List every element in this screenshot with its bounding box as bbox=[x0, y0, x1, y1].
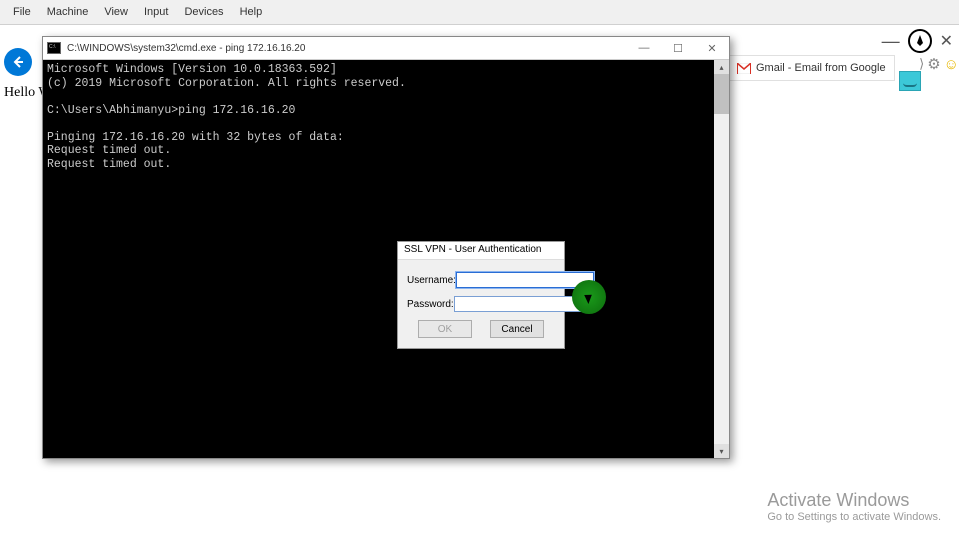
smiley-icon[interactable]: ☺ bbox=[944, 56, 959, 73]
vpn-tray-icon[interactable] bbox=[899, 71, 921, 91]
cmd-maximize-button[interactable]: ☐ bbox=[661, 37, 695, 59]
close-icon[interactable]: ✕ bbox=[940, 31, 953, 51]
vm-menu-bar: File Machine View Input Devices Help bbox=[0, 0, 959, 25]
vpn-dialog-title: SSL VPN - User Authentication bbox=[398, 242, 564, 260]
cmd-icon bbox=[47, 42, 61, 54]
browser-tab-label: Gmail - Email from Google bbox=[756, 62, 886, 74]
cmd-titlebar[interactable]: C:\WINDOWS\system32\cmd.exe - ping 172.1… bbox=[43, 37, 729, 60]
window-top-controls: — ✕ bbox=[882, 29, 953, 53]
cmd-minimize-button[interactable]: — bbox=[627, 37, 661, 59]
cmd-scrollbar[interactable]: ▴ ▾ bbox=[714, 60, 729, 458]
toolbar-side-icons: ⟩ ⚙ ☺ bbox=[919, 55, 959, 73]
back-button[interactable] bbox=[4, 48, 32, 76]
tab-overflow-icon[interactable]: ⟩ bbox=[919, 56, 924, 72]
menu-input[interactable]: Input bbox=[136, 6, 176, 18]
minimize-icon[interactable]: — bbox=[882, 31, 900, 52]
menu-devices[interactable]: Devices bbox=[176, 6, 231, 18]
gmail-icon bbox=[737, 63, 751, 74]
password-label: Password: bbox=[407, 299, 454, 310]
scroll-down-icon[interactable]: ▾ bbox=[714, 444, 729, 458]
cursor-highlight bbox=[572, 280, 606, 314]
activate-heading: Activate Windows bbox=[767, 490, 941, 511]
menu-machine[interactable]: Machine bbox=[39, 6, 97, 18]
activate-sub: Go to Settings to activate Windows. bbox=[767, 511, 941, 523]
scroll-thumb[interactable] bbox=[714, 74, 729, 114]
arrow-left-icon bbox=[10, 54, 26, 70]
password-input[interactable] bbox=[454, 296, 592, 312]
menu-help[interactable]: Help bbox=[232, 6, 271, 18]
scroll-up-icon[interactable]: ▴ bbox=[714, 60, 729, 74]
browser-tab-gmail[interactable]: Gmail - Email from Google bbox=[728, 55, 895, 81]
ok-button[interactable]: OK bbox=[418, 320, 472, 338]
gear-icon[interactable]: ⚙ bbox=[927, 55, 940, 73]
avatar-pen-icon[interactable] bbox=[908, 29, 932, 53]
username-label: Username: bbox=[407, 275, 456, 286]
activate-windows-watermark: Activate Windows Go to Settings to activ… bbox=[767, 490, 941, 523]
vpn-auth-dialog: SSL VPN - User Authentication Username: … bbox=[397, 241, 565, 349]
username-input[interactable] bbox=[456, 272, 594, 288]
cmd-close-button[interactable]: ✕ bbox=[695, 37, 729, 59]
cmd-window: C:\WINDOWS\system32\cmd.exe - ping 172.1… bbox=[42, 36, 730, 459]
menu-file[interactable]: File bbox=[5, 6, 39, 18]
cmd-title-text: C:\WINDOWS\system32\cmd.exe - ping 172.1… bbox=[67, 43, 305, 54]
menu-view[interactable]: View bbox=[96, 6, 136, 18]
cmd-output: Microsoft Windows [Version 10.0.18363.59… bbox=[43, 60, 714, 458]
cancel-button[interactable]: Cancel bbox=[490, 320, 544, 338]
desktop-area: Hello W Gmail - Email from Google — ✕ ⟩ … bbox=[0, 25, 959, 545]
